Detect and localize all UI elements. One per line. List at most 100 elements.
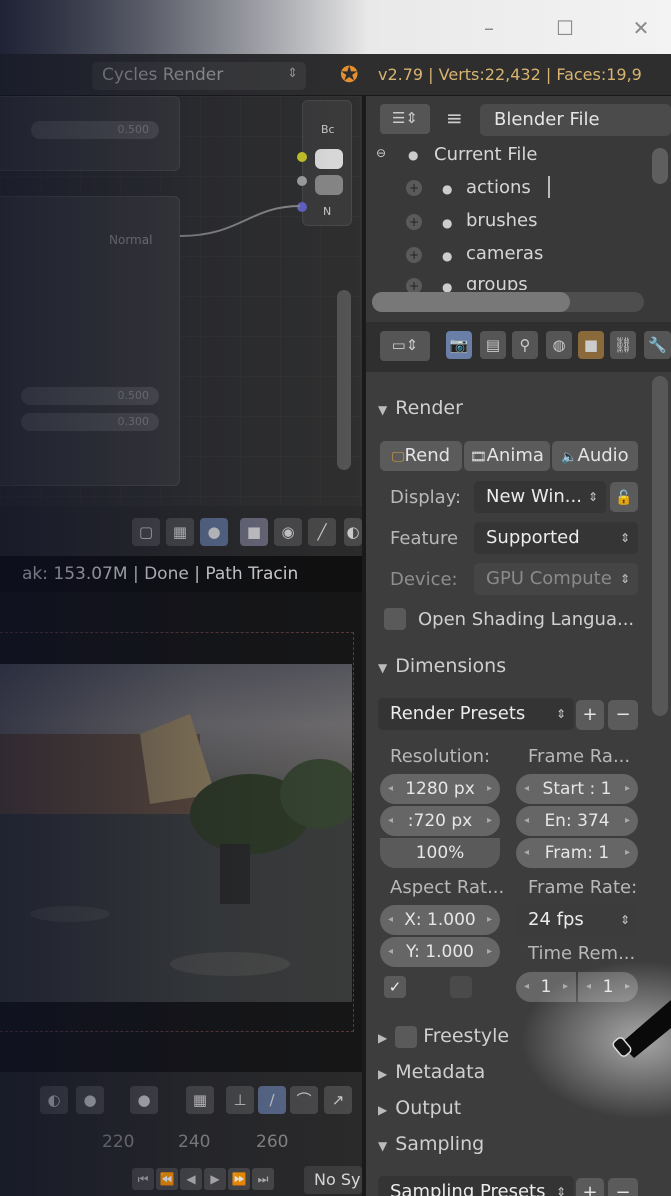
sync-mode-select[interactable]: No Sy	[304, 1166, 362, 1194]
increment-arrow-icon[interactable]: ▸	[487, 905, 492, 935]
increment-arrow-icon[interactable]: ▸	[625, 774, 630, 804]
collapse-icon[interactable]: ⊖	[376, 146, 386, 160]
device-select[interactable]: GPU Compute ⇕	[474, 563, 638, 595]
outliner-item[interactable]: Current File	[434, 144, 537, 165]
increment-arrow-icon[interactable]: ▸	[487, 806, 492, 836]
layers-icon[interactable]: ●	[130, 1086, 158, 1114]
prev-key-button[interactable]: ⏪	[156, 1168, 178, 1190]
material-sphere-icon[interactable]: ●	[200, 518, 228, 546]
decrement-arrow-icon[interactable]: ◂	[388, 774, 393, 804]
panel-header-dimensions[interactable]: ▼ Dimensions	[378, 655, 506, 677]
view-icon[interactable]: ▢	[132, 518, 160, 546]
increment-arrow-icon[interactable]: ▸	[625, 972, 630, 1002]
time-old-field[interactable]: ◂ 1 ▸	[516, 972, 576, 1002]
time-new-field[interactable]: ◂ 1 ▸	[578, 972, 638, 1002]
grid-icon[interactable]: ▦	[166, 518, 194, 546]
decrement-arrow-icon[interactable]: ◂	[388, 806, 393, 836]
crop-checkbox[interactable]	[450, 976, 472, 998]
increment-arrow-icon[interactable]: ▸	[563, 972, 568, 1002]
freestyle-checkbox[interactable]	[395, 1025, 418, 1048]
frame-step-field[interactable]: ◂ Fram: 1 ▸	[516, 838, 638, 868]
node-editor[interactable]: 0.500 Normal 0.500 0.300 Bc N	[0, 96, 362, 506]
constraints-tab-icon[interactable]: ⛓	[610, 331, 636, 359]
outliner-scrollbar[interactable]	[652, 148, 668, 184]
jump-end-button[interactable]: ⏭	[252, 1168, 274, 1190]
axis-icon[interactable]: ⊥	[226, 1086, 254, 1114]
lock-interface-button[interactable]: 🔓	[610, 482, 638, 512]
render-tab-camera-icon[interactable]: 📷	[446, 331, 472, 359]
display-select[interactable]: New Win... ⇕	[474, 481, 606, 513]
outliner-item[interactable]: groups	[466, 274, 528, 290]
object-tab-icon[interactable]: ■	[578, 331, 604, 359]
world-icon[interactable]: ◉	[274, 518, 302, 546]
menu-icon[interactable]: ≡	[446, 106, 463, 130]
remove-preset-button[interactable]: −	[608, 700, 638, 730]
maximize-button[interactable]: ☐	[550, 14, 580, 42]
expand-icon[interactable]: +	[406, 180, 422, 196]
render-image-button[interactable]: 🖵Rend	[380, 441, 462, 471]
expand-icon[interactable]: +	[406, 214, 422, 230]
node-editor-scrollbar[interactable]	[337, 290, 351, 470]
jump-start-button[interactable]: ⏮	[132, 1168, 154, 1190]
frame-end-field[interactable]: ◂ En: 374 ▸	[516, 806, 638, 836]
panel-header-sampling[interactable]: ▼ Sampling	[378, 1133, 484, 1155]
outliner-item[interactable]: cameras	[466, 243, 543, 264]
outliner-display-mode-select[interactable]: Blender File	[480, 104, 671, 136]
panel-header-output[interactable]: ▶ Output	[378, 1097, 461, 1119]
play-button[interactable]: ▶	[204, 1168, 226, 1190]
increment-arrow-icon[interactable]: ▸	[625, 838, 630, 868]
frame-start-field[interactable]: ◂ Start : 1 ▸	[516, 774, 638, 804]
close-button[interactable]: ✕	[626, 14, 656, 42]
panel-header-metadata[interactable]: ▶ Metadata	[378, 1061, 485, 1083]
increment-arrow-icon[interactable]: ▸	[487, 774, 492, 804]
aspect-x-field[interactable]: ◂ X: 1.000 ▸	[380, 905, 500, 935]
editor-type-icon[interactable]: ▭⇕	[380, 331, 430, 361]
render-engine-select[interactable]: Cycles Render ⇕	[92, 62, 306, 90]
increment-arrow-icon[interactable]: ▸	[625, 806, 630, 836]
add-sampling-preset-button[interactable]: +	[576, 1178, 604, 1196]
more-icon[interactable]: ◐	[344, 518, 362, 546]
grid-icon[interactable]: ▦	[186, 1086, 214, 1114]
editor-type-icon[interactable]: ☰⇕	[380, 104, 430, 134]
world-tab-icon[interactable]: ◍	[546, 331, 572, 359]
object-cube-icon[interactable]: ■	[240, 518, 268, 546]
decrement-arrow-icon[interactable]: ◂	[524, 774, 529, 804]
resolution-x-field[interactable]: ◂ 1280 px ▸	[380, 774, 500, 804]
render-presets-select[interactable]: Render Presets ⇕	[378, 698, 574, 730]
properties-scrollbar[interactable]	[652, 376, 668, 716]
next-key-button[interactable]: ⏩	[228, 1168, 250, 1190]
render-audio-button[interactable]: 🔈Audio	[552, 441, 638, 471]
increment-arrow-icon[interactable]: ▸	[487, 937, 492, 967]
curve-icon[interactable]: ∕	[258, 1086, 286, 1114]
view-icon[interactable]: ◐	[40, 1086, 68, 1114]
osl-checkbox[interactable]	[384, 608, 406, 630]
play-reverse-button[interactable]: ◀	[180, 1168, 202, 1190]
decrement-arrow-icon[interactable]: ◂	[586, 972, 591, 1002]
decrement-arrow-icon[interactable]: ◂	[524, 806, 529, 836]
outliner-hscroll-thumb[interactable]	[372, 292, 570, 312]
minimize-button[interactable]: –	[474, 14, 504, 42]
aspect-y-field[interactable]: ◂ Y: 1.000 ▸	[380, 937, 500, 967]
panel-header-render[interactable]: ▼ Render	[378, 397, 463, 419]
resolution-y-field[interactable]: ◂:720 px ▸	[380, 806, 500, 836]
keying-icon[interactable]: ●	[76, 1086, 104, 1114]
decrement-arrow-icon[interactable]: ◂	[524, 972, 529, 1002]
decrement-arrow-icon[interactable]: ◂	[388, 905, 393, 935]
panel-header-freestyle[interactable]: ▶ Freestyle	[378, 1025, 509, 1048]
resolution-percentage-slider[interactable]: 100%	[380, 838, 500, 868]
outliner-item[interactable]: brushes	[466, 210, 537, 231]
expand-icon[interactable]: +	[406, 247, 422, 263]
frame-rate-select[interactable]: 24 fps ⇕	[516, 904, 638, 936]
curve-icon[interactable]: ⌒	[290, 1086, 318, 1114]
texture-icon[interactable]: ╱	[308, 518, 336, 546]
remove-sampling-preset-button[interactable]: −	[608, 1178, 638, 1196]
scene-tab-icon[interactable]: ⚲	[512, 331, 538, 359]
sampling-presets-select[interactable]: Sampling Presets ⇕	[378, 1176, 574, 1196]
render-layers-tab-icon[interactable]: ▤	[480, 331, 506, 359]
render-animation-button[interactable]: 🎞Anima	[464, 441, 550, 471]
add-preset-button[interactable]: +	[576, 700, 604, 730]
pin-icon[interactable]: ↗	[324, 1086, 352, 1114]
modifiers-tab-wrench-icon[interactable]: 🔧	[644, 331, 671, 359]
outliner-item[interactable]: actions	[466, 177, 531, 198]
decrement-arrow-icon[interactable]: ◂	[388, 937, 393, 967]
